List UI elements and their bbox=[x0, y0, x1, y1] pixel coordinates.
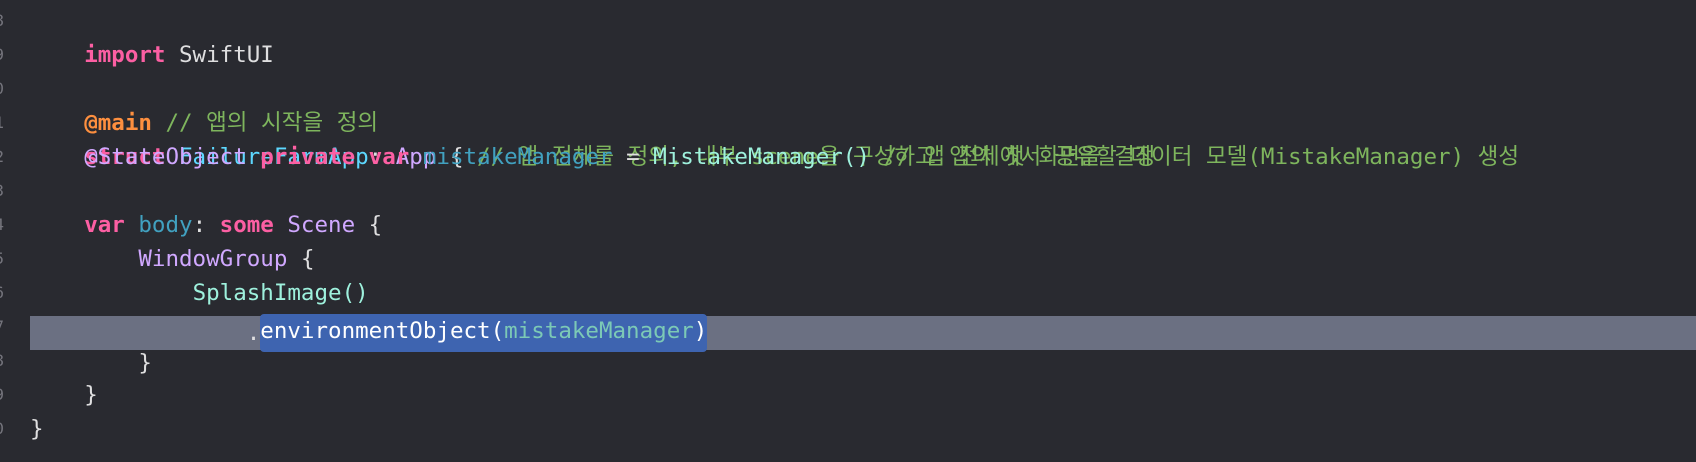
attribute: @StateObject bbox=[84, 144, 247, 170]
property-name: body bbox=[138, 212, 193, 238]
code-line-windowgroup[interactable]: WindowGroup { bbox=[30, 242, 1696, 276]
code-line-body[interactable]: var body: some Scene { bbox=[30, 208, 1696, 242]
line-number: 6 bbox=[0, 276, 4, 310]
keyword: var bbox=[84, 212, 125, 238]
variable-name: mistakeManager bbox=[422, 144, 613, 170]
keyword: var bbox=[368, 144, 410, 170]
code-line-close-brace[interactable]: } bbox=[30, 412, 1696, 446]
line-number: 1 bbox=[0, 106, 4, 140]
code-line-stateobject[interactable]: @StateObject private var mistakeManager … bbox=[30, 140, 1696, 174]
close-paren: ) bbox=[693, 318, 708, 344]
line-number: 2 bbox=[0, 140, 4, 174]
view-call: SplashImage() bbox=[192, 280, 369, 306]
type-name: Scene bbox=[287, 212, 356, 238]
line-number: 5 bbox=[0, 242, 4, 276]
keyword: some bbox=[219, 212, 274, 238]
operator: = bbox=[626, 144, 640, 170]
line-number: 8 bbox=[0, 4, 4, 38]
brace: } bbox=[138, 350, 152, 376]
initializer-call: MistakeManager() bbox=[653, 144, 870, 170]
code-line-close-brace[interactable]: } bbox=[30, 346, 1696, 380]
line-number: 8 bbox=[0, 344, 4, 378]
line-number: 7 bbox=[0, 310, 4, 344]
code-line-close-brace[interactable]: } bbox=[30, 378, 1696, 412]
line-number: 4 bbox=[0, 208, 4, 242]
line-number: 0 bbox=[0, 72, 4, 106]
code-editor[interactable]: 8 9 0 1 2 3 4 5 6 7 8 9 0 import SwiftUI… bbox=[0, 0, 1696, 462]
line-number: 9 bbox=[0, 378, 4, 412]
dot: . bbox=[246, 320, 261, 346]
code-line-main-attr[interactable]: @main // 앱의 시작을 정의 bbox=[30, 72, 1696, 136]
code-line-struct[interactable]: struct FailureFarmApp: App { // 앱 전체를 정의… bbox=[30, 106, 1696, 170]
type-name: WindowGroup bbox=[138, 246, 288, 272]
code-line-environmentobject[interactable]: .environmentObject(mistakeManager) bbox=[30, 314, 1696, 352]
keyword: private bbox=[260, 144, 356, 170]
argument-name: mistakeManager bbox=[504, 318, 694, 344]
brace: } bbox=[84, 382, 98, 408]
code-line-import[interactable]: import SwiftUI bbox=[30, 4, 1696, 68]
brace: { bbox=[368, 212, 383, 238]
brace: } bbox=[30, 416, 44, 442]
line-number: 3 bbox=[0, 174, 4, 208]
punctuation: : bbox=[192, 212, 207, 238]
code-line-splashimage[interactable]: SplashImage() bbox=[30, 276, 1696, 310]
line-number: 9 bbox=[0, 38, 4, 72]
keyword: import bbox=[84, 42, 166, 68]
module-name: SwiftUI bbox=[179, 42, 274, 68]
line-number: 0 bbox=[0, 412, 4, 446]
comment: // 앱 전체에서 공유할 데이터 모델(MistakeManager) 생성 bbox=[883, 144, 1520, 170]
brace: { bbox=[300, 246, 315, 272]
